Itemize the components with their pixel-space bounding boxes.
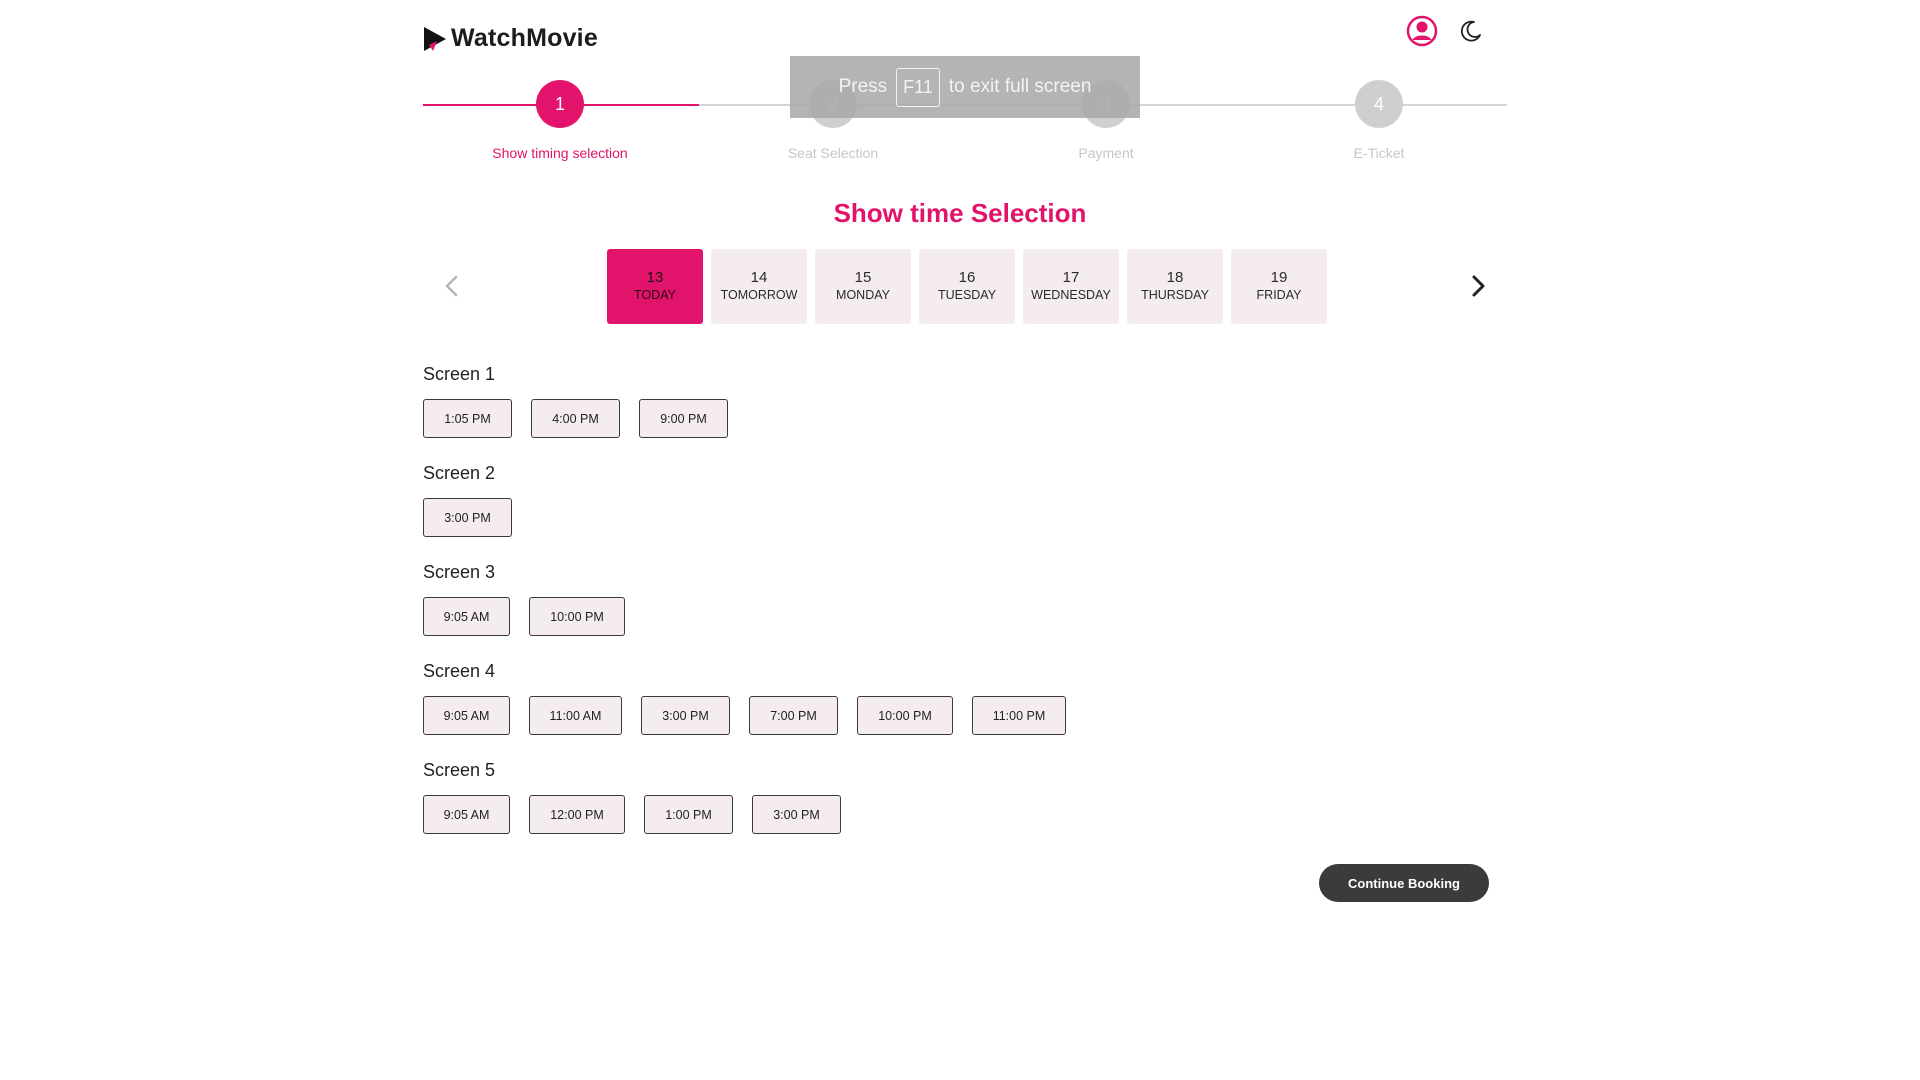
date-day: TODAY: [634, 288, 676, 302]
date-number: 18: [1166, 269, 1184, 286]
showtime-button[interactable]: 4:00 PM: [531, 399, 620, 438]
showtime-button[interactable]: 9:05 AM: [423, 597, 510, 636]
play-logo-icon: [424, 26, 446, 51]
date-number: 13: [646, 269, 664, 286]
showtime-button[interactable]: 3:00 PM: [641, 696, 730, 735]
step-label: Seat Selection: [787, 145, 879, 161]
continue-booking-button[interactable]: Continue Booking: [1319, 864, 1489, 902]
screen-name: Screen 3: [423, 562, 496, 582]
date-day: THURSDAY: [1141, 288, 1209, 302]
screen-3-group: Screen 3 9:05 AM 10:00 PM: [423, 562, 625, 636]
date-card[interactable]: 19 FRIDAY: [1231, 249, 1327, 324]
date-number: 14: [750, 269, 768, 286]
date-number: 19: [1270, 269, 1288, 286]
screen-2-group: Screen 2 3:00 PM: [423, 463, 512, 537]
date-day: FRIDAY: [1256, 288, 1302, 302]
screen-1-group: Screen 1 1:05 PM 4:00 PM 9:00 PM: [423, 364, 728, 438]
dates-prev-button[interactable]: [437, 268, 467, 304]
screen-name: Screen 2: [423, 463, 496, 483]
date-day: TUESDAY: [937, 288, 997, 302]
brand-logo[interactable]: WatchMovie: [423, 24, 598, 53]
step-show-timing[interactable]: 1 Show timing selection: [460, 78, 660, 161]
showtime-button[interactable]: 1:00 PM: [644, 795, 733, 834]
showtime-button[interactable]: 9:05 AM: [423, 696, 510, 735]
step-e-ticket[interactable]: 4 E-Ticket: [1279, 78, 1479, 161]
theme-toggle-button[interactable]: [1458, 18, 1484, 44]
showtime-button[interactable]: 9:05 AM: [423, 795, 510, 834]
step-label: Show timing selection: [492, 145, 628, 161]
toast-text-after: to exit full screen: [948, 76, 1092, 97]
moon-icon: [1460, 20, 1481, 42]
date-number: 16: [958, 269, 976, 286]
user-account-button[interactable]: [1405, 14, 1439, 48]
date-card[interactable]: 17 WEDNESDAY: [1023, 249, 1119, 324]
showtime-button[interactable]: 3:00 PM: [423, 498, 512, 537]
step-number: 1: [536, 80, 584, 128]
fullscreen-exit-toast: Press F11 to exit full screen: [790, 56, 1140, 118]
date-card[interactable]: 16 TUESDAY: [919, 249, 1015, 324]
page-title: Show time Selection: [833, 198, 1087, 228]
date-number: 15: [854, 269, 872, 286]
showtime-button[interactable]: 7:00 PM: [749, 696, 838, 735]
date-card[interactable]: 13 TODAY: [607, 249, 703, 324]
screen-5-group: Screen 5 9:05 AM 12:00 PM 1:00 PM 3:00 P…: [423, 760, 841, 834]
showtime-button[interactable]: 10:00 PM: [529, 597, 625, 636]
showtime-button[interactable]: 11:00 PM: [972, 696, 1066, 735]
brand-name: WatchMovie: [451, 24, 598, 52]
toast-key: F11: [896, 67, 940, 107]
date-selector: 13 TODAY 14 TOMORROW 15 MONDAY 16 TUESDA…: [607, 249, 1327, 324]
date-day: MONDAY: [836, 288, 890, 302]
dates-next-button[interactable]: [1463, 268, 1493, 304]
step-number: 4: [1355, 80, 1403, 128]
date-number: 17: [1062, 269, 1080, 286]
date-day: TOMORROW: [720, 288, 798, 302]
user-circle-icon: [1406, 15, 1438, 47]
toast-text-before: Press: [838, 76, 888, 97]
showtime-button[interactable]: 9:00 PM: [639, 399, 728, 438]
screen-4-group: Screen 4 9:05 AM 11:00 AM 3:00 PM 7:00 P…: [423, 661, 1066, 735]
screen-name: Screen 4: [423, 661, 496, 681]
showtime-button[interactable]: 12:00 PM: [529, 795, 625, 834]
date-card[interactable]: 14 TOMORROW: [711, 249, 807, 324]
showtime-button[interactable]: 10:00 PM: [857, 696, 953, 735]
date-day: WEDNESDAY: [1031, 288, 1111, 302]
showtime-button[interactable]: 11:00 AM: [529, 696, 622, 735]
chevron-right-icon: [1472, 275, 1485, 297]
step-label: Payment: [1078, 145, 1134, 161]
date-card[interactable]: 15 MONDAY: [815, 249, 911, 324]
showtime-button[interactable]: 1:05 PM: [423, 399, 512, 438]
screen-name: Screen 1: [423, 364, 496, 384]
screen-name: Screen 5: [423, 760, 496, 780]
step-label: E-Ticket: [1353, 145, 1405, 161]
showtime-button[interactable]: 3:00 PM: [752, 795, 841, 834]
date-card[interactable]: 18 THURSDAY: [1127, 249, 1223, 324]
chevron-left-icon: [445, 275, 458, 297]
